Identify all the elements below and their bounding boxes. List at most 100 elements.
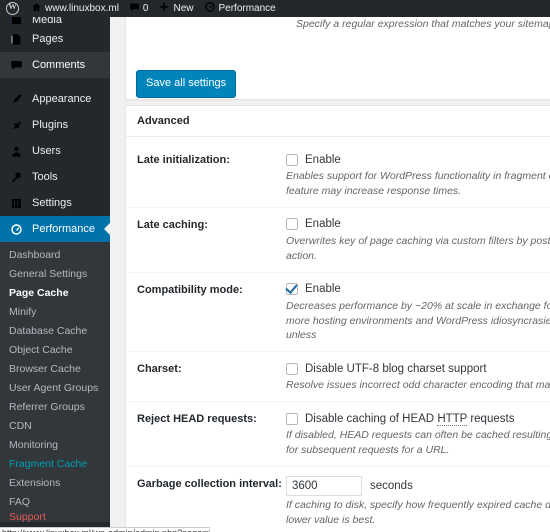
sidebar-item-label: Plugins xyxy=(32,119,69,131)
submenu-item-general-settings[interactable]: General Settings xyxy=(0,265,110,284)
checkbox-label: Disable caching of HEAD HTTP requests xyxy=(305,412,515,426)
sidebar-item-comments[interactable]: Comments xyxy=(0,52,110,78)
checkbox-label: Disable UTF-8 blog charset support xyxy=(305,362,487,375)
submenu-item-object-cache[interactable]: Object Cache xyxy=(0,341,110,360)
comment-count: 0 xyxy=(142,3,149,14)
admin-bar-comments[interactable]: 0 xyxy=(124,0,154,17)
setting-label: Garbage collection interval: xyxy=(137,478,282,491)
sidebar-item-label: Pages xyxy=(32,33,64,45)
plus-icon xyxy=(158,1,170,16)
http-abbr[interactable]: HTTP xyxy=(437,412,468,426)
home-icon xyxy=(31,2,42,16)
unit-label: seconds xyxy=(370,480,413,493)
pages-icon xyxy=(9,33,24,46)
wp-admin-bar: www.linuxbox.ml 0 New Performance xyxy=(0,0,550,17)
performance-gauge-icon xyxy=(9,223,24,236)
setting-description: If caching to disk, specify how frequent… xyxy=(286,499,550,526)
tools-wrench-icon xyxy=(9,171,24,184)
setting-row-garbage-collection-interval: Garbage collection interval: seconds If … xyxy=(126,467,550,532)
main-content-area: Specify a regular expression that matche… xyxy=(110,17,550,532)
submenu-item-browser-cache[interactable]: Browser Cache xyxy=(0,360,110,379)
media-icon xyxy=(9,17,24,26)
sidebar-item-settings[interactable]: Settings xyxy=(0,190,110,216)
admin-bar-wordpress-logo[interactable] xyxy=(0,0,26,17)
checkbox-label: Enable xyxy=(305,218,341,231)
submenu-item-faq[interactable]: FAQ xyxy=(0,493,110,512)
setting-row-late-initialization: Late initialization: Enable Enables supp… xyxy=(126,143,550,208)
setting-description: Resolve issues incorrect odd character e… xyxy=(286,379,550,392)
sidebar-item-label: Tools xyxy=(32,171,58,183)
checkbox-label: Enable xyxy=(305,283,341,296)
submenu-item-user-agent-groups[interactable]: User Agent Groups xyxy=(0,379,110,398)
charset-disable-checkbox[interactable] xyxy=(286,362,298,375)
comment-bubble-icon xyxy=(9,59,24,72)
setting-label: Charset: xyxy=(137,363,182,376)
submenu-item-page-cache[interactable]: Page Cache xyxy=(0,284,110,303)
new-content-label: New xyxy=(173,3,194,14)
submenu-item-minify[interactable]: Minify xyxy=(0,303,110,322)
sidebar-item-appearance[interactable]: Appearance xyxy=(0,86,110,112)
sidebar-item-label: Media xyxy=(32,17,62,26)
sidebar-item-label: Performance xyxy=(32,223,95,235)
wordpress-logo-icon xyxy=(6,1,19,15)
submenu-item-monitoring[interactable]: Monitoring xyxy=(0,436,110,455)
settings-sliders-icon xyxy=(9,197,24,210)
submenu-item-referrer-groups[interactable]: Referrer Groups xyxy=(0,398,110,417)
admin-bar-new-content[interactable]: New xyxy=(153,0,198,17)
setting-label: Late initialization: xyxy=(137,154,230,166)
sitemaps-settings-card: Specify a regular expression that matche… xyxy=(125,17,550,100)
admin-sidebar-menu: Media Pages Comments Appearance Plugins … xyxy=(0,17,110,532)
setting-row-charset: Charset: Disable UTF-8 blog charset supp… xyxy=(126,352,550,403)
sidebar-item-label: Settings xyxy=(32,197,72,209)
performance-label: Performance xyxy=(218,3,276,14)
submenu-item-support[interactable]: Support xyxy=(0,512,110,522)
browser-status-bar-url: http://www.linuxbox.ml/wp-admin/admin.ph… xyxy=(0,527,210,532)
users-icon xyxy=(9,145,24,158)
sidebar-item-pages[interactable]: Pages xyxy=(0,26,110,52)
site-name-label: www.linuxbox.ml xyxy=(45,3,119,14)
admin-bar-performance[interactable]: Performance xyxy=(199,0,281,17)
performance-submenu: Dashboard General Settings Page Cache Mi… xyxy=(0,242,110,522)
sitemap-hint-text: Specify a regular expression that matche… xyxy=(296,18,550,30)
advanced-section-heading: Advanced xyxy=(126,106,550,137)
submenu-item-cdn[interactable]: CDN xyxy=(0,417,110,436)
submenu-item-database-cache[interactable]: Database Cache xyxy=(0,322,110,341)
setting-label: Reject HEAD requests: xyxy=(137,413,257,426)
submenu-item-extensions[interactable]: Extensions xyxy=(0,474,110,493)
sidebar-item-label: Appearance xyxy=(32,93,92,105)
reject-head-requests-checkbox[interactable] xyxy=(286,412,298,425)
setting-label: Late caching: xyxy=(137,218,208,231)
sidebar-item-label: Users xyxy=(32,145,61,157)
setting-description: Decreases performance by ~20% at scale i… xyxy=(286,299,550,342)
late-initialization-checkbox[interactable] xyxy=(286,153,298,166)
admin-bar-site-name[interactable]: www.linuxbox.ml xyxy=(26,0,124,17)
advanced-settings-card: Advanced Late initialization: Enable Ena… xyxy=(125,105,550,532)
sidebar-item-media[interactable]: Media xyxy=(0,17,110,26)
sidebar-item-tools[interactable]: Tools xyxy=(0,164,110,190)
sidebar-item-users[interactable]: Users xyxy=(0,138,110,164)
late-caching-checkbox[interactable] xyxy=(286,218,298,231)
appearance-brush-icon xyxy=(9,93,24,106)
plugins-plug-icon xyxy=(9,119,24,132)
advanced-settings-rows: Late initialization: Enable Enables supp… xyxy=(126,137,550,532)
garbage-collection-interval-input[interactable] xyxy=(286,476,362,497)
browser-viewport: www.linuxbox.ml 0 New Performance xyxy=(0,0,550,532)
setting-description: If disabled, HEAD requests can often be … xyxy=(286,429,550,457)
performance-gauge-icon xyxy=(204,1,216,16)
checkbox-label: Enable xyxy=(305,153,341,166)
setting-row-late-caching: Late caching: Enable Overwrites key of p… xyxy=(126,208,550,273)
setting-row-reject-head-requests: Reject HEAD requests: Disable caching of… xyxy=(126,402,550,468)
comment-bubble-icon xyxy=(129,2,140,16)
sidebar-item-performance[interactable]: Performance xyxy=(0,216,110,242)
save-all-settings-button[interactable]: Save all settings xyxy=(136,70,237,98)
submenu-item-fragment-cache[interactable]: Fragment Cache xyxy=(0,455,110,474)
submenu-item-dashboard[interactable]: Dashboard xyxy=(0,246,110,265)
sidebar-item-label: Comments xyxy=(32,59,86,71)
sidebar-divider xyxy=(0,78,110,86)
compatibility-mode-checkbox[interactable] xyxy=(286,283,298,296)
setting-label: Compatibility mode: xyxy=(137,283,243,296)
setting-row-compatibility-mode: Compatibility mode: Enable Decreases per… xyxy=(126,273,550,353)
setting-description: Enables support for WordPress functional… xyxy=(286,170,550,197)
sidebar-item-plugins[interactable]: Plugins xyxy=(0,112,110,138)
setting-description: Overwrites key of page caching via custo… xyxy=(286,234,550,262)
